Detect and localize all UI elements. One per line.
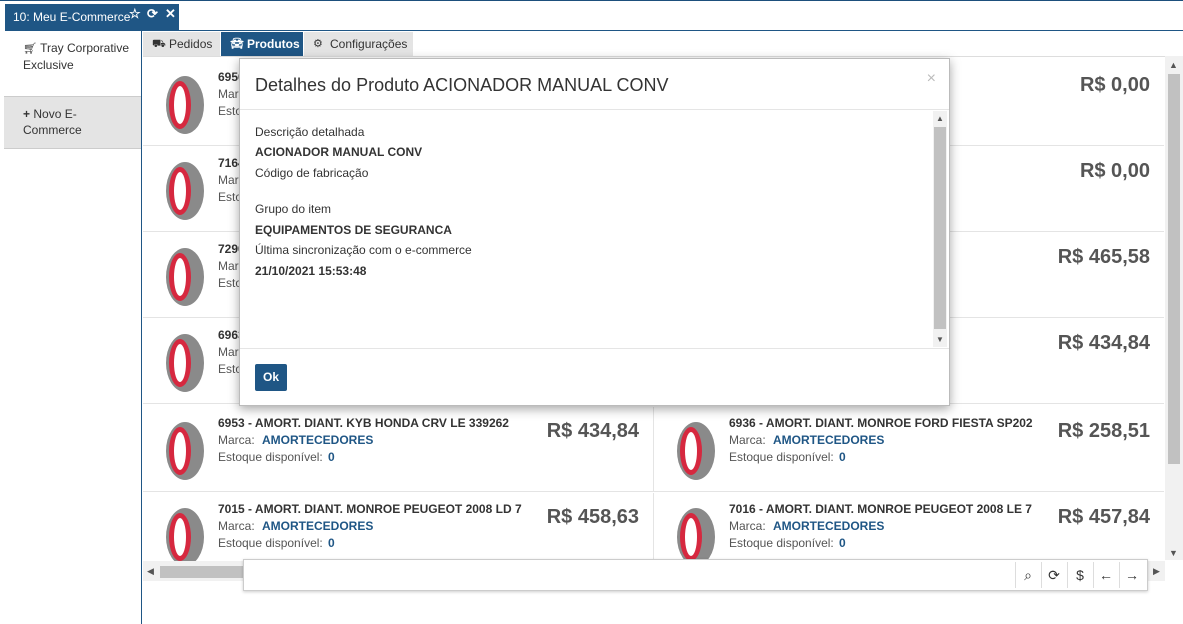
tire-icon: [166, 162, 204, 220]
stock-value: 0: [328, 450, 335, 464]
truck-icon: ⛟: [152, 38, 166, 50]
stock-label: Estoque disponível:: [729, 536, 834, 550]
tab-underline: [5, 30, 1183, 31]
tire-icon: [677, 508, 715, 566]
window-tab[interactable]: 10: Meu E-Commerce ☆ ⟳ ✕: [5, 4, 179, 30]
sidebar-item-label: 🛒︎ Tray Corporative Exclusive: [23, 41, 130, 72]
stock-value: 0: [839, 450, 846, 464]
close-icon[interactable]: ✕: [165, 6, 176, 22]
bottom-toolbar: ⌕ ⟳ $ ← →: [243, 559, 1148, 591]
brand-value[interactable]: AMORTECEDORES: [262, 519, 373, 533]
stock-label: Estoque disponível:: [218, 536, 323, 550]
car-icon: 🚘︎: [230, 38, 244, 50]
tab-produtos[interactable]: 🚘︎ Produtos: [221, 32, 303, 56]
brand-value[interactable]: AMORTECEDORES: [773, 433, 884, 447]
product-name: 6953 - AMORT. DIANT. KYB HONDA CRV LE 33…: [218, 416, 509, 430]
brand-label: Marca:: [218, 519, 255, 533]
manufacturing-code-label: Código de fabricação: [255, 166, 369, 180]
cart-icon: 🛒︎: [23, 43, 37, 55]
product-card[interactable]: 6953 - AMORT. DIANT. KYB HONDA CRV LE 33…: [143, 407, 653, 492]
tire-icon: [166, 76, 204, 134]
close-icon[interactable]: ×: [927, 70, 936, 88]
brand-label: Marca:: [729, 433, 766, 447]
tab-configuracoes[interactable]: ⚙ Configurações: [304, 32, 413, 56]
product-name: 7015 - AMORT. DIANT. MONROE PEUGEOT 2008…: [218, 502, 522, 516]
brand-label: Marca:: [218, 433, 255, 447]
star-outline-icon[interactable]: ☆: [129, 6, 141, 22]
arrow-left-icon[interactable]: ←: [1093, 562, 1118, 588]
description-value: ACIONADOR MANUAL CONV: [255, 145, 423, 159]
scroll-left-icon[interactable]: ◀: [147, 566, 154, 577]
product-price: R$ 0,00: [1079, 74, 1150, 96]
product-name: 6936 - AMORT. DIANT. MONROE FORD FIESTA …: [729, 416, 1033, 430]
product-price: R$ 0,00: [1079, 160, 1150, 182]
product-details-modal: Detalhes do Produto ACIONADOR MANUAL CON…: [239, 58, 950, 406]
search-icon[interactable]: ⌕: [1015, 562, 1040, 588]
product-card[interactable]: 6936 - AMORT. DIANT. MONROE FORD FIESTA …: [653, 407, 1164, 492]
refresh-icon[interactable]: ⟳: [147, 6, 158, 22]
dollar-icon[interactable]: $: [1067, 562, 1092, 588]
modal-divider: [240, 109, 949, 110]
stock-label: Estoque disponível:: [729, 450, 834, 464]
modal-divider: [240, 348, 949, 349]
vertical-scroll-thumb[interactable]: [1168, 74, 1180, 464]
content-divider: [143, 56, 1183, 57]
stock-label: Estoque disponível:: [218, 450, 323, 464]
product-price: R$ 434,84: [546, 420, 639, 442]
sidebar-item-label: + Novo E-Commerce: [23, 107, 82, 137]
modal-scroll-thumb[interactable]: [934, 127, 946, 329]
gears-icon: ⚙: [313, 38, 323, 50]
scroll-right-icon[interactable]: ▶: [1153, 566, 1160, 577]
top-border: [0, 0, 1183, 1]
last-sync-value: 21/10/2021 15:53:48: [255, 264, 367, 278]
product-price: R$ 258,51: [1057, 420, 1150, 442]
tire-icon: [166, 422, 204, 480]
tire-icon: [166, 248, 204, 306]
tab-pedidos[interactable]: ⛟ Pedidos: [143, 32, 220, 56]
product-price: R$ 465,58: [1057, 246, 1150, 268]
brand-value[interactable]: AMORTECEDORES: [773, 519, 884, 533]
window-title: 10: Meu E-Commerce: [13, 10, 131, 24]
plus-icon: +: [23, 107, 31, 121]
description-label: Descrição detalhada: [255, 125, 365, 139]
tire-icon: [166, 334, 204, 392]
brand-label: Marca:: [729, 519, 766, 533]
modal-title: Detalhes do Produto ACIONADOR MANUAL CON…: [255, 75, 669, 95]
ok-button[interactable]: Ok: [255, 364, 287, 391]
product-price: R$ 458,63: [546, 506, 639, 528]
scroll-down-icon[interactable]: ▼: [1169, 548, 1178, 558]
stock-value: 0: [328, 536, 335, 550]
product-price: R$ 434,84: [1057, 332, 1150, 354]
brand-value[interactable]: AMORTECEDORES: [262, 433, 373, 447]
scroll-up-icon[interactable]: ▲: [1169, 60, 1178, 70]
scroll-up-icon[interactable]: ▲: [936, 114, 944, 123]
stock-value: 0: [839, 536, 846, 550]
sidebar-item-novo-ecommerce[interactable]: + Novo E-Commerce: [4, 97, 141, 149]
arrow-right-icon[interactable]: →: [1119, 562, 1144, 588]
item-group-label: Grupo do item: [255, 202, 332, 216]
product-price: R$ 457,84: [1057, 506, 1150, 528]
sidebar: 🛒︎ Tray Corporative Exclusive + Novo E-C…: [4, 31, 142, 624]
refresh-icon[interactable]: ⟳: [1041, 562, 1066, 588]
product-name: 7016 - AMORT. DIANT. MONROE PEUGEOT 2008…: [729, 502, 1032, 516]
tire-icon: [166, 508, 204, 566]
tire-icon: [677, 422, 715, 480]
sidebar-item-tray[interactable]: 🛒︎ Tray Corporative Exclusive: [4, 31, 141, 97]
scroll-down-icon[interactable]: ▼: [936, 335, 944, 344]
item-group-value: EQUIPAMENTOS DE SEGURANCA: [255, 223, 452, 237]
last-sync-label: Última sincronização com o e-commerce: [255, 243, 472, 257]
